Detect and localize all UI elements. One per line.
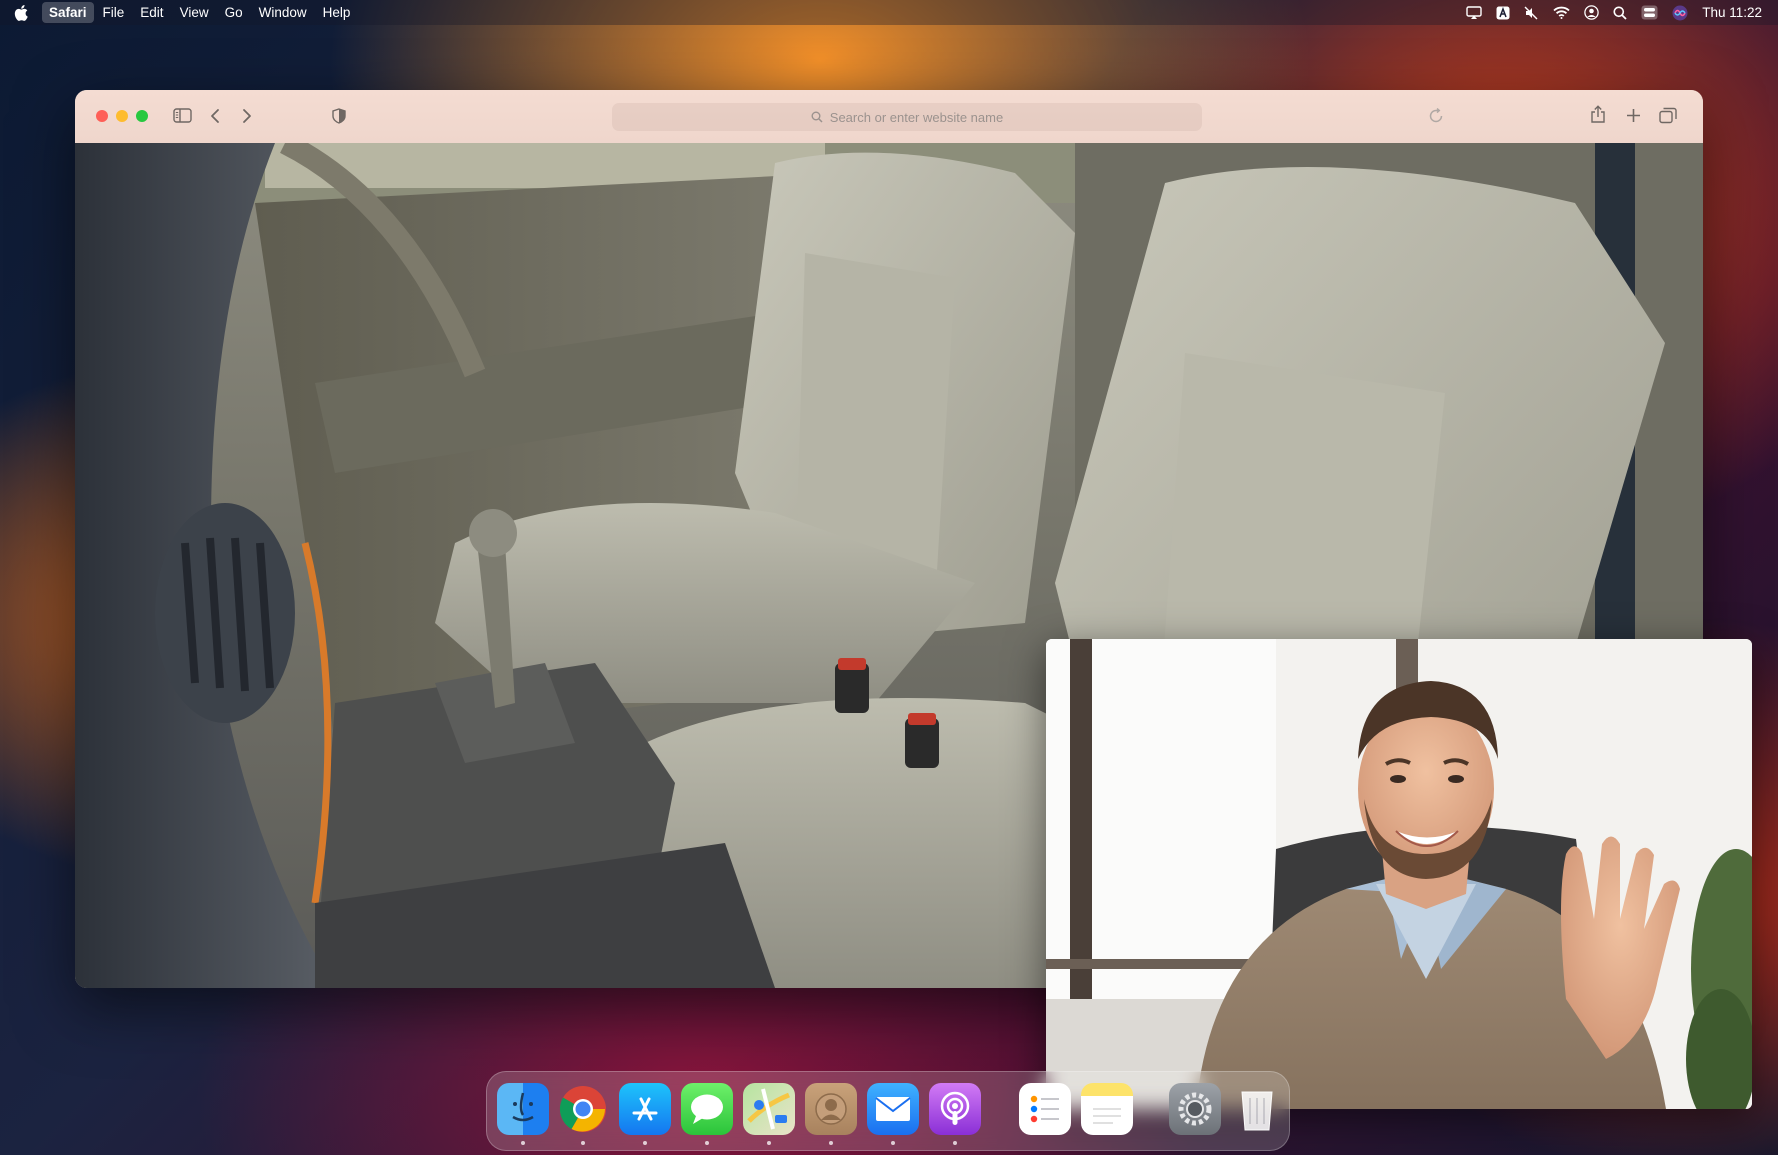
dock-running-indicator <box>521 1141 525 1145</box>
podcasts-icon <box>940 1091 970 1125</box>
forward-icon[interactable] <box>242 108 252 124</box>
back-icon[interactable] <box>210 108 220 124</box>
address-bar[interactable]: Search or enter website name <box>612 103 1202 131</box>
keyboard-input-icon[interactable] <box>1496 6 1510 20</box>
app-store-icon <box>632 1097 658 1121</box>
sidebar-icon[interactable] <box>173 108 192 123</box>
mute-icon[interactable] <box>1524 6 1539 20</box>
dock-messages[interactable] <box>681 1083 733 1135</box>
apple-menu-icon[interactable] <box>14 4 28 21</box>
trash-icon <box>1241 1091 1273 1131</box>
video-call-overlay[interactable] <box>1046 639 1752 1109</box>
new-tab-icon[interactable] <box>1626 108 1641 123</box>
reload-icon[interactable] <box>1428 108 1444 124</box>
dock-reminders[interactable] <box>1019 1083 1071 1135</box>
dock-trash[interactable] <box>1231 1083 1283 1135</box>
dock-chrome[interactable] <box>557 1083 609 1135</box>
dock-mail[interactable] <box>867 1083 919 1135</box>
window-close-button[interactable] <box>96 110 108 122</box>
menu-go[interactable]: Go <box>218 2 250 23</box>
reminders-icon <box>1030 1095 1059 1123</box>
mail-icon <box>875 1097 911 1121</box>
menu-app-name[interactable]: Safari <box>42 2 94 23</box>
menu-help[interactable]: Help <box>316 2 358 23</box>
privacy-shield-icon[interactable] <box>332 108 346 124</box>
gear-icon <box>1178 1092 1212 1126</box>
video-feed-image <box>1046 639 1752 1109</box>
dock-notes[interactable] <box>1081 1083 1133 1135</box>
search-icon <box>811 111 823 123</box>
user-icon[interactable] <box>1584 5 1599 20</box>
dock-maps[interactable] <box>743 1083 795 1135</box>
finder-icon <box>512 1092 534 1122</box>
menu-file[interactable]: File <box>96 2 132 23</box>
dock-contacts[interactable] <box>805 1083 857 1135</box>
maps-icon <box>747 1088 790 1130</box>
dock-running-indicator <box>767 1141 771 1145</box>
dock-running-indicator <box>705 1141 709 1145</box>
window-minimize-button[interactable] <box>116 110 128 122</box>
address-placeholder: Search or enter website name <box>829 109 1004 125</box>
airplay-icon[interactable] <box>1466 5 1482 20</box>
siri-icon[interactable] <box>1672 5 1688 21</box>
browser-toolbar: Search or enter website name <box>75 90 1703 144</box>
dock-system-settings[interactable] <box>1169 1083 1221 1135</box>
menu-view[interactable]: View <box>173 2 216 23</box>
dock-running-indicator <box>643 1141 647 1145</box>
menu-bar: Safari File Edit View Go Window Help Thu… <box>0 0 1778 25</box>
notes-icon <box>1093 1108 1121 1124</box>
share-icon[interactable] <box>1590 105 1606 124</box>
dock-running-indicator <box>891 1141 895 1145</box>
dock-finder[interactable] <box>497 1083 549 1135</box>
dock-podcasts[interactable] <box>929 1083 981 1135</box>
tab-overview-icon[interactable] <box>1659 107 1677 124</box>
menu-window[interactable]: Window <box>252 2 314 23</box>
dock-running-indicator <box>581 1141 585 1145</box>
dock-running-indicator <box>953 1141 957 1145</box>
dock <box>486 1071 1290 1151</box>
chrome-icon <box>559 1086 606 1132</box>
menu-edit[interactable]: Edit <box>133 2 170 23</box>
contacts-icon <box>815 1093 847 1125</box>
window-maximize-button[interactable] <box>136 110 148 122</box>
spotlight-search-icon[interactable] <box>1613 6 1627 20</box>
control-center-icon[interactable] <box>1641 5 1658 20</box>
messages-icon <box>691 1094 723 1124</box>
dock-running-indicator <box>829 1141 833 1145</box>
dock-app-store[interactable] <box>619 1083 671 1135</box>
menu-bar-clock[interactable]: Thu 11:22 <box>1702 5 1762 20</box>
wifi-icon[interactable] <box>1553 6 1570 19</box>
